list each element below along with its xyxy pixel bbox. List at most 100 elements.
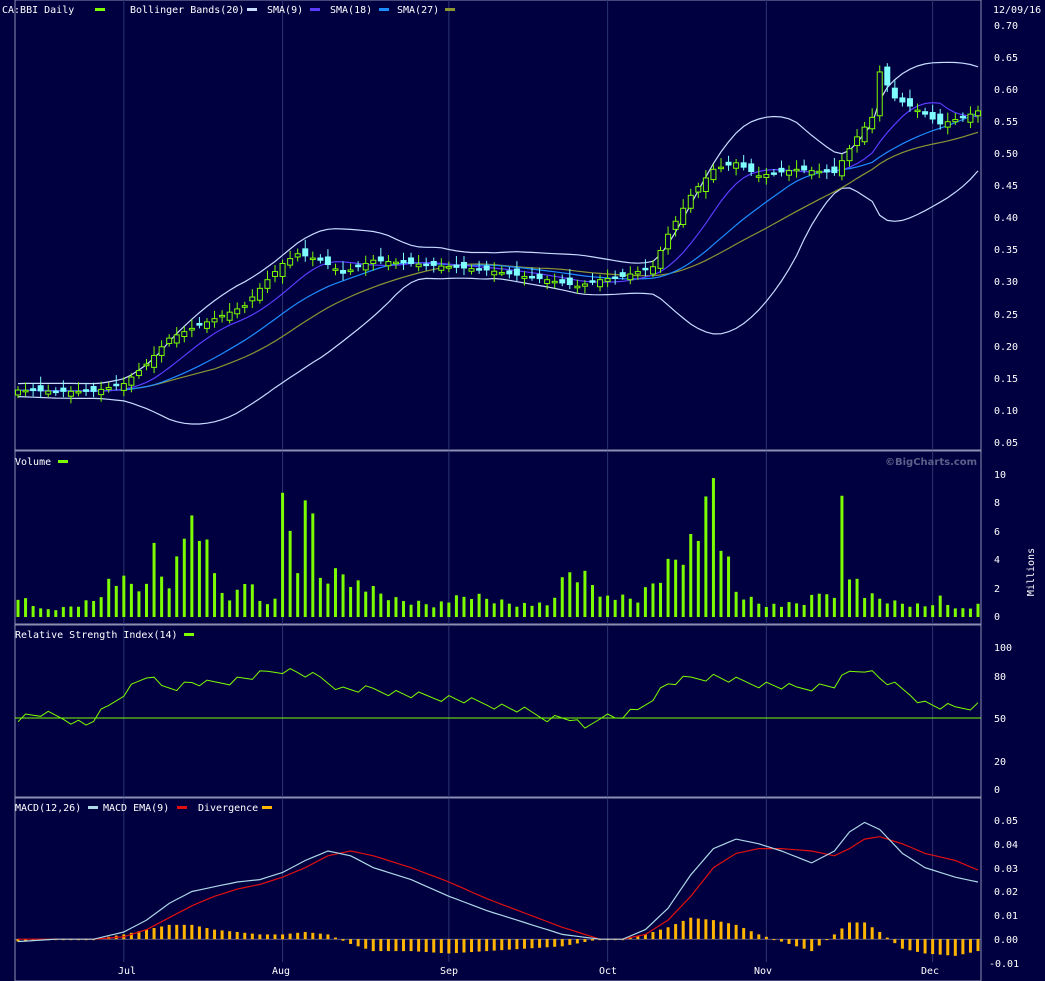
candle-body <box>536 273 543 280</box>
candle-body <box>483 265 490 271</box>
divergence-bar <box>462 939 466 953</box>
bollinger-legend-label: Bollinger Bands(20) <box>130 5 244 16</box>
divergence-bar <box>946 939 950 956</box>
candle-body <box>589 280 596 283</box>
volume-bar <box>659 582 663 617</box>
divergence-bar <box>855 922 859 940</box>
candle-body <box>438 265 445 271</box>
candle-body <box>551 280 558 284</box>
candle-body <box>256 287 263 301</box>
macd-tick: 0.01 <box>994 911 1018 922</box>
volume-bar <box>613 599 617 617</box>
candle-body <box>816 170 823 174</box>
volume-bar <box>522 602 526 617</box>
candle-body <box>975 110 981 117</box>
candle-body <box>506 270 513 275</box>
volume-bar <box>470 598 474 617</box>
macd-tick: 0.04 <box>994 840 1018 851</box>
candle-body <box>786 170 793 176</box>
volume-bar <box>84 600 88 617</box>
candle-body <box>30 388 37 392</box>
divergence-bar <box>772 939 776 941</box>
volume-bar <box>810 594 814 617</box>
divergence-bar <box>734 924 738 940</box>
candle-body <box>642 267 649 271</box>
divergence-bar <box>333 937 337 940</box>
divergence-bar <box>243 932 247 940</box>
volume-bar <box>590 585 594 617</box>
volume-bar <box>560 577 564 617</box>
divergence-bar <box>931 939 935 955</box>
divergence-bar <box>802 939 806 949</box>
divergence-bar <box>326 934 330 940</box>
candle-body <box>415 263 422 268</box>
candle-body <box>755 175 762 178</box>
volume-bar <box>802 604 806 617</box>
candle-body <box>309 257 316 261</box>
volume-tick: 0 <box>994 612 1000 623</box>
divergence-bar <box>840 928 844 940</box>
volume-bar <box>303 500 307 617</box>
candle-body <box>740 162 747 168</box>
volume-bar <box>394 597 398 617</box>
month-label: Oct <box>599 966 617 977</box>
candle-body <box>944 121 951 128</box>
candle-body <box>922 111 929 115</box>
divergence-bar <box>205 928 209 940</box>
divergence-bar <box>220 930 224 940</box>
volume-bar <box>99 597 103 617</box>
candle-body <box>332 268 339 271</box>
candle-body <box>105 386 112 390</box>
candle-body <box>347 269 354 273</box>
volume-bar <box>825 594 829 617</box>
volume-bar <box>167 588 171 617</box>
candle-body <box>241 305 248 308</box>
volume-bar <box>492 603 496 617</box>
candle-body <box>914 109 921 113</box>
volume-bar <box>583 570 587 617</box>
candle-body <box>513 268 520 276</box>
volume-bar <box>961 608 965 617</box>
watermark: ©BigCharts.com <box>885 457 977 468</box>
volume-bar <box>318 577 322 617</box>
candle-body <box>324 256 331 266</box>
volume-bar <box>636 602 640 617</box>
volume-bar <box>651 583 655 617</box>
month-label: Sep <box>440 966 458 977</box>
macd-tick: -0.01 <box>989 959 1019 970</box>
candle-body <box>634 271 641 275</box>
volume-bar <box>281 492 285 617</box>
rsi-tick: 80 <box>994 672 1006 683</box>
candle-body <box>574 285 581 289</box>
candle-body <box>294 253 301 258</box>
volume-bar <box>553 597 557 617</box>
macd-tick: 0.00 <box>994 935 1018 946</box>
divergence-bar <box>349 939 353 944</box>
divergence-bar <box>197 926 201 940</box>
divergence-bar <box>379 939 383 952</box>
candle-body <box>181 331 188 337</box>
volume-bar <box>197 540 201 617</box>
divergence-bar <box>704 919 708 940</box>
volume-bar <box>145 583 149 617</box>
volume-bar <box>386 600 390 617</box>
candle-body <box>778 167 785 173</box>
candle-body <box>120 383 127 391</box>
volume-bar <box>779 606 783 617</box>
candle-body <box>498 272 505 275</box>
divergence-bar <box>175 924 179 940</box>
volume-bar <box>900 603 904 617</box>
volume-bar <box>976 603 980 617</box>
volume-bar <box>371 585 375 617</box>
volume-bar <box>273 598 277 617</box>
candle-body <box>279 262 286 277</box>
candle-body <box>854 136 861 147</box>
price-tick: 0.25 <box>994 310 1018 321</box>
sma27-legend-label: SMA(27) <box>397 5 439 16</box>
divergence-bar <box>530 939 534 949</box>
divergence-bar <box>863 922 867 940</box>
volume-tick: 8 <box>994 498 1000 509</box>
volume-bar <box>764 606 768 617</box>
candle-body <box>861 126 868 143</box>
candle-body <box>15 389 21 396</box>
